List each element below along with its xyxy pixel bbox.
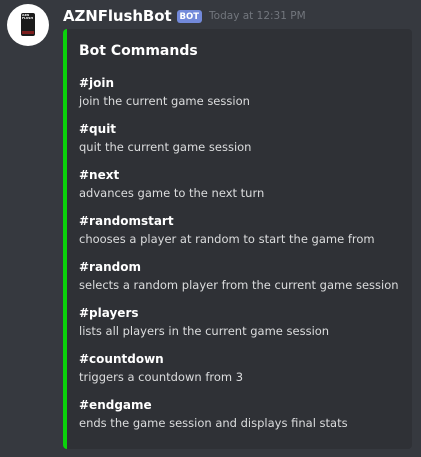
command-name: #join <box>79 76 115 90</box>
bot-badge: BOT <box>176 9 203 23</box>
command-field-quit: #quit quit the current game session <box>79 121 404 155</box>
command-description: selects a random player from the current… <box>79 278 399 292</box>
command-description: chooses a player at random to start the … <box>79 232 375 246</box>
command-description: ends the game session and displays final… <box>79 416 348 430</box>
command-field-endgame: #endgame ends the game session and displ… <box>79 397 404 431</box>
command-name: #next <box>79 168 120 182</box>
command-field-players: #players lists all players in the curren… <box>79 305 404 339</box>
message-timestamp: Today at 12:31 PM <box>209 10 306 22</box>
command-name: #players <box>79 306 139 320</box>
message-header: AZNFlushBot BOT Today at 12:31 PM <box>63 5 306 27</box>
command-name: #randomstart <box>79 214 174 228</box>
command-field-next: #next advances game to the next turn <box>79 167 404 201</box>
command-description: advances game to the next turn <box>79 186 265 200</box>
command-field-join: #join join the current game session <box>79 75 404 109</box>
avatar-logo-text: AZN FLUSH <box>22 13 33 20</box>
commands-embed: Bot Commands #join join the current game… <box>63 29 412 449</box>
command-description: join the current game session <box>79 94 250 108</box>
command-field-random: #random selects a random player from the… <box>79 259 404 293</box>
command-name: #countdown <box>79 352 164 366</box>
command-field-countdown: #countdown triggers a countdown from 3 <box>79 351 404 385</box>
avatar-card-stripe <box>22 31 34 34</box>
command-description: lists all players in the current game se… <box>79 324 330 338</box>
command-name: #quit <box>79 122 117 136</box>
author-username[interactable]: AZNFlushBot <box>63 7 172 25</box>
command-field-randomstart: #randomstart chooses a player at random … <box>79 213 404 247</box>
command-name: #random <box>79 260 141 274</box>
embed-accent-bar <box>63 29 67 449</box>
embed-title: Bot Commands <box>79 43 198 59</box>
command-name: #endgame <box>79 398 152 412</box>
bot-avatar[interactable]: AZN FLUSH <box>7 4 49 46</box>
chat-message: AZN FLUSH AZNFlushBot BOT Today at 12:31… <box>0 0 421 457</box>
command-description: quit the current game session <box>79 140 252 154</box>
command-description: triggers a countdown from 3 <box>79 370 244 384</box>
